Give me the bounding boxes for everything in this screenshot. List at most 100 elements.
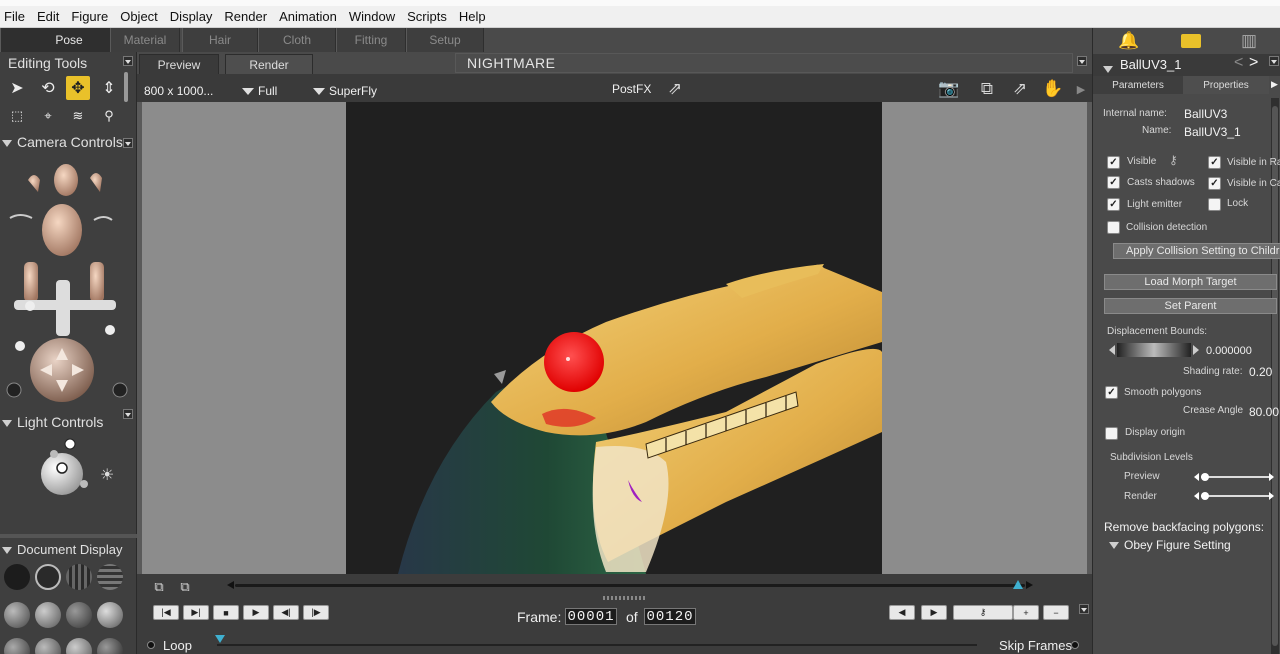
light-controls-menu-icon[interactable] xyxy=(123,409,133,419)
keyframes-icon[interactable]: ⧉ xyxy=(147,576,171,598)
step-back-end-button[interactable]: ▶| xyxy=(183,605,209,620)
rotate-icon[interactable]: ⟲ xyxy=(36,76,60,100)
total-frames-input[interactable]: 00120 xyxy=(644,608,696,625)
range-track[interactable] xyxy=(217,644,977,646)
remove-key-button[interactable]: − xyxy=(1043,605,1069,620)
bell-icon[interactable]: 🔔 xyxy=(1117,30,1141,52)
scrub-track[interactable] xyxy=(235,584,1025,587)
menu-file[interactable]: File xyxy=(4,9,25,24)
camera-compare-icon[interactable]: ⧉ xyxy=(975,78,999,100)
slider-right-arrow-icon[interactable] xyxy=(1269,492,1274,500)
editing-tools-scrollbar[interactable] xyxy=(124,72,128,102)
slider-left-arrow-icon[interactable] xyxy=(1194,473,1199,481)
crease-angle-value[interactable]: 80.00 xyxy=(1249,405,1279,419)
render-viewport[interactable] xyxy=(142,102,1087,574)
loop-radio[interactable] xyxy=(147,641,155,649)
panel-menu-icon[interactable] xyxy=(1269,56,1279,66)
subdivision-render-slider[interactable] xyxy=(1201,495,1269,497)
chevron-right-icon[interactable]: ▶ xyxy=(1069,78,1093,100)
visible-in-raytracing-checkbox[interactable]: ✓ xyxy=(1208,156,1221,169)
subdivision-preview-slider[interactable] xyxy=(1201,476,1269,478)
add-key-button[interactable]: + xyxy=(1013,605,1039,620)
display-hidden-line-swatch[interactable] xyxy=(97,564,123,590)
camera-controls-widget[interactable] xyxy=(0,152,137,402)
displacement-value[interactable]: 0.000000 xyxy=(1206,345,1252,357)
collision-detection-checkbox[interactable] xyxy=(1107,221,1120,234)
display-toon-swatch[interactable] xyxy=(35,638,61,654)
camera-icon[interactable]: 📷 xyxy=(937,78,961,100)
tab-fitting[interactable]: Fitting xyxy=(336,28,406,52)
skip-frames-radio[interactable] xyxy=(1071,641,1079,649)
go-to-start-button[interactable]: |◀ xyxy=(153,605,179,620)
chain-break-icon[interactable]: ⌖ xyxy=(36,104,60,128)
light-emitter-checkbox[interactable]: ✓ xyxy=(1107,198,1120,211)
key-icon[interactable]: ⚷ xyxy=(953,605,1013,620)
display-outline-swatch[interactable] xyxy=(35,564,61,590)
subdivision-render-knob[interactable] xyxy=(1201,492,1209,500)
tab-hair[interactable]: Hair xyxy=(182,28,258,52)
timeline-menu-icon[interactable] xyxy=(1079,604,1089,614)
display-silhouette-swatch[interactable] xyxy=(4,564,30,590)
tab-preview[interactable]: Preview xyxy=(139,54,219,74)
light-controls-widget[interactable]: ☀ xyxy=(30,436,130,506)
render-engine-dropdown[interactable]: SuperFly xyxy=(313,84,377,98)
lock-checkbox[interactable] xyxy=(1208,198,1221,211)
hand-pan-icon[interactable]: ✋ xyxy=(1041,78,1065,100)
chat-bubble-icon[interactable] xyxy=(1181,34,1201,48)
stop-button[interactable]: ■ xyxy=(213,605,239,620)
display-texture-swatch[interactable] xyxy=(4,638,30,654)
displacement-dial[interactable] xyxy=(1117,343,1191,357)
casts-shadows-checkbox[interactable]: ✓ xyxy=(1107,176,1120,189)
postfx-export-icon[interactable]: ⇗ xyxy=(663,78,687,100)
menu-edit[interactable]: Edit xyxy=(37,9,59,24)
grip-icon[interactable] xyxy=(603,596,645,600)
menu-help[interactable]: Help xyxy=(459,9,486,24)
menu-window[interactable]: Window xyxy=(349,9,395,24)
previous-object-icon[interactable]: < xyxy=(1234,54,1243,72)
camera-controls-menu-icon[interactable] xyxy=(123,138,133,148)
postfx-label[interactable]: PostFX xyxy=(612,82,651,96)
scrub-left-arrow-icon[interactable] xyxy=(227,581,234,589)
next-object-icon[interactable]: > xyxy=(1249,54,1258,72)
slider-right-arrow-icon[interactable] xyxy=(1269,473,1274,481)
next-frame-button[interactable]: |▶ xyxy=(303,605,329,620)
slider-left-arrow-icon[interactable] xyxy=(1194,492,1199,500)
display-preview-swatch[interactable] xyxy=(97,638,123,654)
display-wireframe-swatch[interactable] xyxy=(66,564,92,590)
shading-rate-value[interactable]: 0.20 xyxy=(1249,365,1272,379)
display-origin-checkbox[interactable] xyxy=(1105,427,1118,440)
tab-render[interactable]: Render xyxy=(225,54,313,74)
quality-dropdown[interactable]: Full xyxy=(242,84,277,98)
export-icon[interactable]: ⇗ xyxy=(1008,78,1032,100)
next-key-button[interactable]: ▶ xyxy=(921,605,947,620)
display-flat-shaded-swatch[interactable] xyxy=(35,602,61,628)
menu-scripts[interactable]: Scripts xyxy=(407,9,447,24)
menu-display[interactable]: Display xyxy=(170,9,213,24)
obey-figure-dropdown[interactable]: Obey Figure Setting xyxy=(1109,538,1231,552)
subdivision-preview-knob[interactable] xyxy=(1201,473,1209,481)
select-arrow-icon[interactable]: ➤ xyxy=(5,76,29,100)
range-start-handle[interactable] xyxy=(215,635,225,643)
translate-icon[interactable]: ✥ xyxy=(66,76,90,100)
scrub-right-arrow-icon[interactable] xyxy=(1026,581,1033,589)
previous-key-button[interactable]: ◀ xyxy=(889,605,915,620)
chevron-right-icon[interactable]: ▶ xyxy=(1271,79,1278,90)
tab-setup[interactable]: Setup xyxy=(406,28,484,52)
display-cartoon-swatch[interactable] xyxy=(66,602,92,628)
scale-icon[interactable]: ⇕ xyxy=(97,76,121,100)
tab-parameters[interactable]: Parameters xyxy=(1093,76,1183,94)
display-lit-wireframe-swatch[interactable] xyxy=(4,602,30,628)
menu-figure[interactable]: Figure xyxy=(71,9,108,24)
display-sketch-swatch[interactable] xyxy=(66,638,92,654)
current-frame-input[interactable]: 00001 xyxy=(565,608,617,625)
tab-material[interactable]: Material xyxy=(110,28,180,52)
play-button[interactable]: ▶ xyxy=(243,605,269,620)
resolution-dropdown[interactable]: 800 x 1000... xyxy=(144,84,213,98)
menu-object[interactable]: Object xyxy=(120,9,158,24)
smooth-polygons-checkbox[interactable]: ✓ xyxy=(1105,386,1118,399)
apply-collision-button[interactable]: Apply Collision Setting to Childre xyxy=(1113,243,1280,259)
load-morph-target-button[interactable]: Load Morph Target xyxy=(1104,274,1277,290)
visible-in-camera-checkbox[interactable]: ✓ xyxy=(1208,177,1221,190)
visible-checkbox[interactable]: ✓ xyxy=(1107,156,1120,169)
tab-cloth[interactable]: Cloth xyxy=(258,28,336,52)
